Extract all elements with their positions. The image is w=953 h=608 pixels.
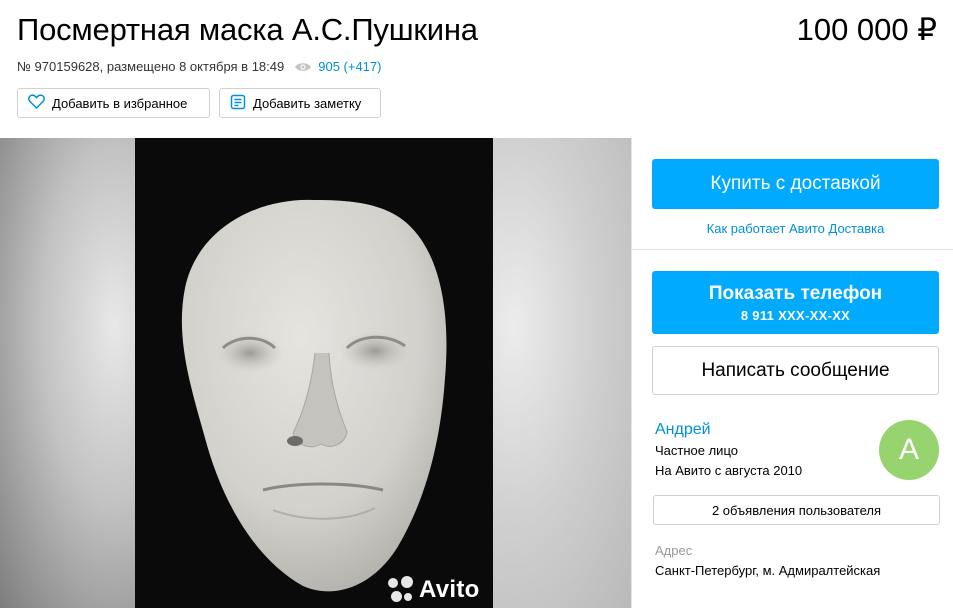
add-to-favorites-button[interactable]: Добавить в избранное (17, 88, 210, 118)
page-title: Посмертная маска А.С.Пушкина (17, 12, 478, 47)
add-note-label: Добавить заметку (253, 95, 362, 111)
sidebar-separator (632, 249, 953, 250)
seller-ads-button[interactable]: 2 объявления пользователя (653, 495, 940, 525)
gallery-blur-left (0, 138, 135, 608)
buy-with-delivery-button[interactable]: Купить с доставкой (652, 159, 939, 209)
avito-logo-icon (388, 576, 414, 604)
death-mask-image (135, 138, 493, 608)
write-message-button[interactable]: Написать сообщение (652, 346, 939, 395)
address-label: Адрес (655, 543, 693, 558)
gallery-blur-right (493, 138, 631, 608)
sidebar-divider (631, 138, 632, 608)
delivery-info-link[interactable]: Как работает Авито Доставка (652, 221, 939, 236)
note-icon (230, 94, 253, 113)
seller-name-link[interactable]: Андрей (655, 421, 711, 439)
seller-since: На Авито с августа 2010 (655, 463, 803, 478)
add-note-button[interactable]: Добавить заметку (219, 88, 381, 118)
photo-gallery[interactable]: Avito (0, 138, 631, 608)
eye-icon (294, 61, 312, 73)
listing-meta: № 970159628, размещено 8 октября в 18:49… (17, 59, 381, 74)
avito-watermark: Avito (388, 576, 480, 604)
show-phone-button[interactable]: Показать телефон 8 911 XXX-XX-XX (652, 271, 939, 334)
seller-type: Частное лицо (655, 443, 738, 458)
listing-number-date: № 970159628, размещено 8 октября в 18:49 (17, 59, 285, 74)
address-value: Санкт-Петербург, м. Адмиралтейская (655, 563, 881, 578)
phone-number-masked: 8 911 XXX-XX-XX (740, 307, 851, 323)
seller-avatar[interactable]: А (879, 420, 939, 480)
avito-watermark-text: Avito (419, 576, 480, 603)
add-to-favorites-label: Добавить в избранное (52, 95, 188, 111)
views-count: 905 (+417) (318, 59, 382, 74)
show-phone-label: Показать телефон (708, 282, 883, 304)
listing-photo[interactable] (135, 138, 493, 608)
heart-icon (28, 94, 52, 112)
listing-price: 100 000 ₽ (796, 12, 937, 47)
